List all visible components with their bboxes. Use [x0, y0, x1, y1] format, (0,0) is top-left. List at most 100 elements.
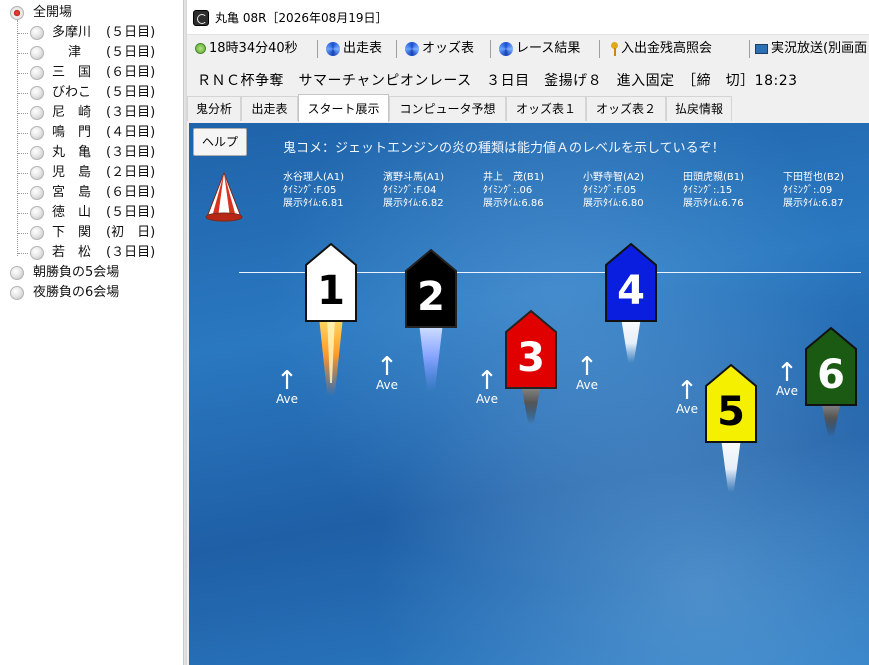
ball-icon [10, 266, 24, 280]
entries-label: 出走表 [343, 41, 383, 56]
boat-number: 6 [817, 352, 845, 398]
venue-day: (５日目) [106, 25, 156, 40]
boat-5: 5 [705, 363, 757, 524]
venue-name: 多摩川 [52, 25, 92, 40]
help-button[interactable]: ヘルプ [193, 128, 247, 156]
venue-name: 三 国 [52, 65, 92, 80]
tree-item-venue[interactable]: 下 関 (初 日) [18, 223, 178, 243]
ball-icon [30, 66, 44, 80]
live-label: 実況放送(別画面 [771, 41, 868, 56]
odds-button[interactable]: オッズ表 [405, 39, 474, 59]
tree-root-all-venues[interactable]: 全開場 [10, 3, 180, 23]
racer-exhibition-time: 展示ﾀｲﾑ:6.76 [683, 198, 744, 209]
ball-icon [30, 86, 44, 100]
odds-label: オッズ表 [422, 41, 475, 56]
boat-6: 6 [805, 326, 857, 487]
ball-icon [30, 246, 44, 260]
racer-exhibition-time: 展示ﾀｲﾑ:6.86 [483, 198, 544, 209]
tab-odds-2[interactable]: オッズ表２ [586, 96, 666, 121]
oni-comment: 鬼コメ：ジェットエンジンの炎の種類は能力値Ａのレベルを示しているぞ！ [283, 141, 725, 156]
tree-item-venue[interactable]: 三 国 (６日目) [18, 63, 178, 83]
tab-payout[interactable]: 払戻情報 [666, 96, 732, 121]
venue-day: (５日目) [106, 45, 156, 60]
tab-computer-prediction[interactable]: コンピュータ予想 [389, 96, 506, 121]
venue-day: (５日目) [106, 85, 156, 100]
tree-item-venue[interactable]: 多摩川 (５日目) [18, 23, 178, 43]
balance-button[interactable]: 入出金残高照会 [611, 39, 712, 59]
tree-item-venue[interactable]: 丸 亀 (３日目) [18, 143, 178, 163]
tab-odds-1[interactable]: オッズ表１ [506, 96, 586, 121]
racer-timing: ﾀｲﾐﾝｸﾞ:.06 [483, 185, 533, 196]
racer-name: 下田哲也(B2) [783, 172, 845, 183]
ave-label: Ave [476, 392, 498, 406]
live-broadcast-button[interactable]: 実況放送(別画面 [755, 39, 867, 59]
tab-entries[interactable]: 出走表 [241, 96, 298, 121]
racer-exhibition-time: 展示ﾀｲﾑ:6.82 [383, 198, 444, 209]
group-label: 朝勝負の5会場 [33, 265, 120, 280]
venue-name: 尼 崎 [52, 105, 92, 120]
racer-name: 濱野斗馬(A1) [383, 172, 445, 183]
average-timing-marker: ↑ Ave [272, 368, 302, 406]
up-arrow-icon: ↑ [376, 352, 398, 382]
red-ball-icon [10, 6, 24, 20]
pylon-icon [205, 171, 243, 222]
ball-icon [30, 26, 44, 40]
tab-bar: 鬼分析 出走表 スタート展示 コンピュータ予想 オッズ表１ オッズ表２ 払戻情報 [187, 94, 869, 122]
ball-icon [30, 106, 44, 120]
tree-item-venue[interactable]: 鳴 門 (４日目) [18, 123, 178, 143]
average-timing-marker: ↑ Ave [772, 358, 802, 397]
ball-icon [30, 46, 44, 60]
tree-item-venue[interactable]: 徳 山 (５日目) [18, 203, 178, 223]
ball-icon [30, 206, 44, 220]
venue-name: 丸 亀 [52, 145, 92, 160]
tree-group-morning[interactable]: 朝勝負の5会場 [10, 263, 180, 283]
results-button[interactable]: レース結果 [499, 39, 580, 59]
venue-name: びわこ [52, 85, 92, 100]
title-bar: 丸亀 08R［2026年08月19日］ [187, 0, 869, 35]
venue-day: (３日目) [106, 105, 156, 120]
venue-day: (２日目) [106, 165, 156, 180]
race-window: 丸亀 08R［2026年08月19日］ 18時34分40秒 出走表 オッズ表 レ… [187, 0, 869, 665]
boat-3: 3 [505, 309, 557, 470]
tree-item-venue[interactable]: 宮 島 (６日目) [18, 183, 178, 203]
key-icon [611, 41, 618, 56]
boat-number: 3 [517, 335, 545, 381]
tree-item-venue[interactable]: 津 (５日目) [18, 43, 178, 63]
up-arrow-icon: ↑ [776, 358, 798, 388]
entries-button[interactable]: 出走表 [326, 39, 382, 59]
tree-item-venue[interactable]: 児 島 (２日目) [18, 163, 178, 183]
tree-item-venue[interactable]: びわこ (５日目) [18, 83, 178, 103]
ball-icon [30, 186, 44, 200]
venue-day: (４日目) [106, 125, 156, 140]
clock-display: 18時34分40秒 [195, 39, 298, 59]
boat-2: 2 [405, 248, 457, 409]
racer-name: 小野寺智(A2) [583, 172, 645, 183]
up-arrow-icon: ↑ [576, 352, 598, 382]
venue-name: 宮 島 [52, 185, 92, 200]
results-label: レース結果 [516, 41, 581, 56]
ball-icon [30, 166, 44, 180]
ball-icon [30, 126, 44, 140]
racer-info: 井上 茂(B1) ﾀｲﾐﾝｸﾞ:.06 展示ﾀｲﾑ:6.86 [483, 171, 581, 210]
boat-4: 4 [605, 242, 657, 403]
tab-start-exhibition[interactable]: スタート展示 [298, 94, 389, 122]
ball-icon [30, 226, 44, 240]
tree-item-venue[interactable]: 若 松 (３日目) [18, 243, 178, 263]
average-timing-marker: ↑ Ave [472, 368, 502, 406]
tree-item-venue[interactable]: 尼 崎 (３日目) [18, 103, 178, 123]
average-timing-marker: ↑ Ave [372, 352, 402, 391]
venue-day: (６日目) [106, 185, 156, 200]
ball-icon [30, 146, 44, 160]
tab-oni-analysis[interactable]: 鬼分析 [187, 96, 241, 121]
racer-exhibition-time: 展示ﾀｲﾑ:6.87 [783, 198, 844, 209]
balance-label: 入出金残高照会 [621, 41, 713, 56]
up-arrow-icon: ↑ [676, 376, 698, 406]
venue-tree: 全開場 多摩川 (５日目) 津 (５日目) 三 国 (６日目) びわこ (５日目… [0, 0, 183, 665]
tree-group-night[interactable]: 夜勝負の6会場 [10, 283, 180, 303]
ave-label: Ave [276, 392, 298, 406]
ave-label: Ave [576, 378, 598, 392]
venue-name: 鳴 門 [52, 125, 92, 140]
racer-info: 水谷理人(A1) ﾀｲﾐﾝｸﾞ:F.05 展示ﾀｲﾑ:6.81 [283, 171, 381, 210]
venue-name: 津 [68, 45, 82, 60]
venue-day: (初 日) [106, 225, 156, 240]
